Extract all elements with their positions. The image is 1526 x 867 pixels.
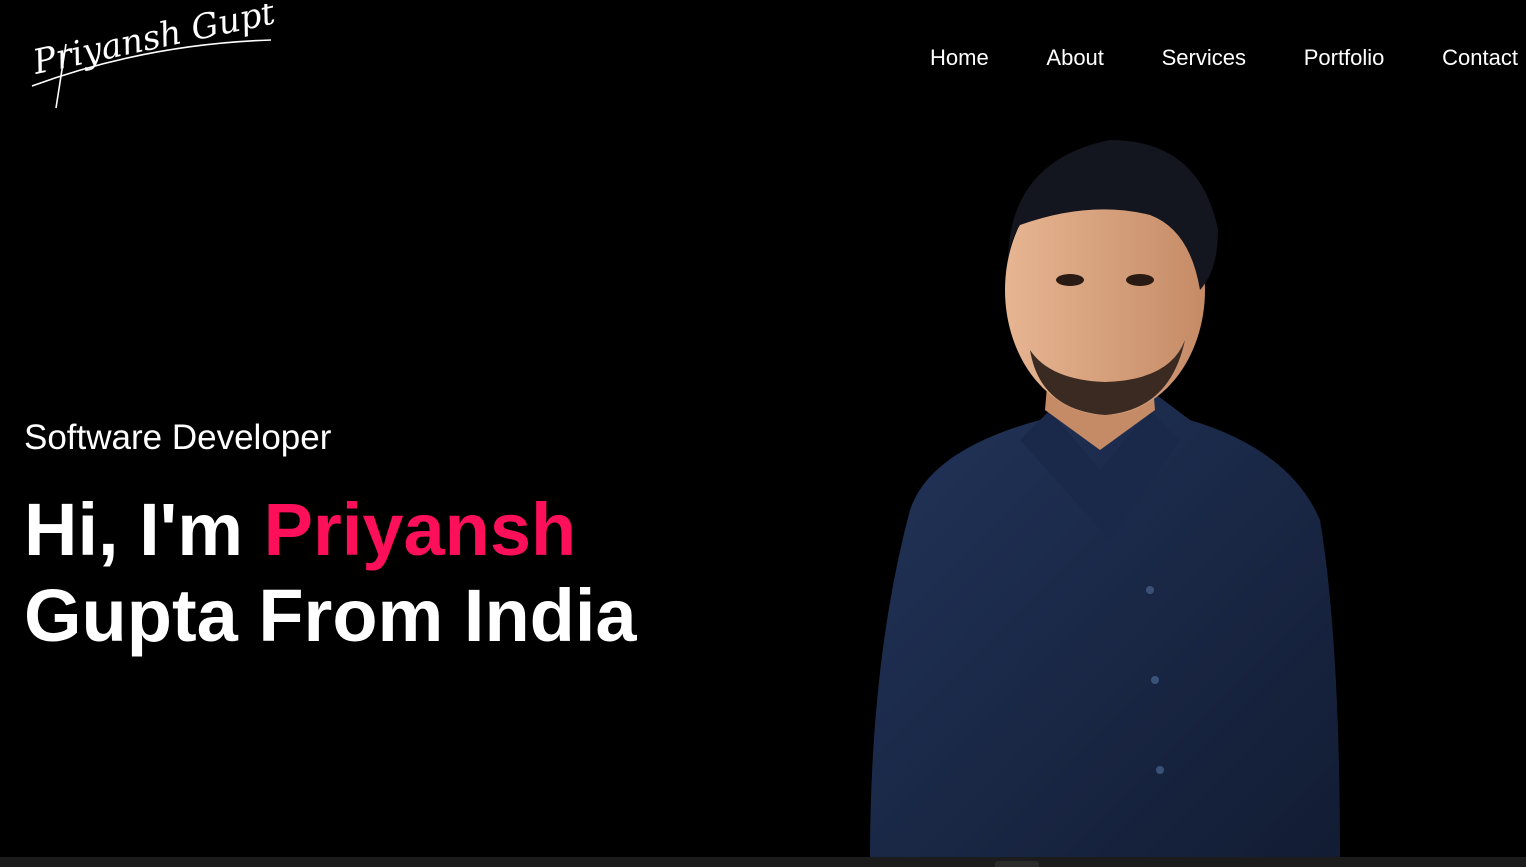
nav-about-link[interactable]: About <box>1046 45 1104 71</box>
headline-prefix: Hi, I'm <box>24 488 264 571</box>
site-logo-signature[interactable]: Priyansh Gupta <box>26 4 276 114</box>
page-bottom-edge <box>0 857 1526 867</box>
nav-contact-link[interactable]: Contact <box>1442 45 1518 71</box>
person-portrait-icon <box>870 140 1340 860</box>
nav-services-link[interactable]: Services <box>1162 45 1246 71</box>
nav-home-link[interactable]: Home <box>930 45 989 71</box>
svg-text:Priyansh Gupta: Priyansh Gupta <box>29 4 276 83</box>
main-nav: Home About Services Portfolio Contact <box>930 44 1518 72</box>
headline-highlight-name: Priyansh <box>263 488 577 571</box>
headline-line-two: Gupta From India <box>24 574 637 657</box>
hero-headline: Hi, I'm Priyansh Gupta From India <box>24 487 637 659</box>
hero-subtitle: Software Developer <box>24 418 332 457</box>
scroll-indicator[interactable] <box>995 861 1039 867</box>
nav-portfolio-link[interactable]: Portfolio <box>1304 45 1385 71</box>
